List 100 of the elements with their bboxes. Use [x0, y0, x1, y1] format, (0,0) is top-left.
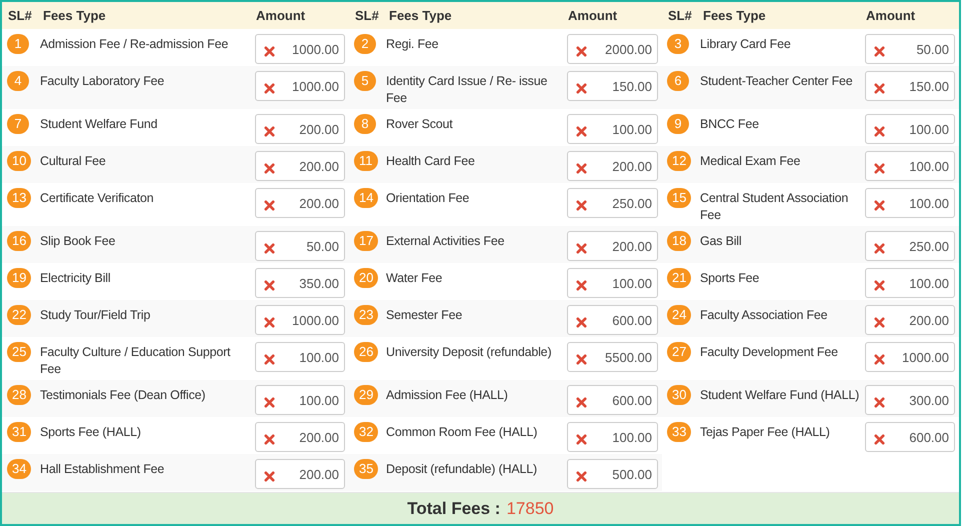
amount-field[interactable]: 100.00 [255, 342, 345, 372]
serial-badge: 1 [7, 34, 29, 54]
fee-type: Study Tour/Field Trip [39, 307, 152, 324]
cross-icon[interactable] [264, 434, 275, 444]
amount-field[interactable]: 200.00 [567, 151, 658, 181]
cross-icon[interactable] [576, 434, 587, 444]
amount-field[interactable]: 200.00 [255, 459, 345, 489]
amount-field[interactable]: 100.00 [567, 114, 658, 144]
serial-badge: 8 [354, 114, 376, 134]
fee-type: BNCC Fee [699, 116, 760, 133]
amount-field[interactable]: 100.00 [567, 422, 658, 452]
fee-type: Deposit (refundable) (HALL) [385, 461, 538, 478]
cross-icon[interactable] [874, 280, 885, 290]
amount-field[interactable]: 250.00 [865, 231, 955, 261]
cross-icon[interactable] [264, 162, 275, 174]
amount-field[interactable]: 1000.00 [255, 71, 345, 101]
amount-field[interactable]: 1000.00 [865, 342, 955, 372]
cross-icon[interactable] [576, 354, 587, 364]
amount-field[interactable]: 250.00 [567, 188, 658, 218]
amount-field[interactable]: 600.00 [567, 385, 658, 415]
column-header: Fees Type [388, 8, 453, 23]
serial-badge: 28 [7, 385, 32, 405]
serial-badge: 31 [7, 422, 32, 442]
amount-field[interactable]: 500.00 [567, 459, 658, 489]
cross-icon[interactable] [576, 396, 587, 408]
cross-icon[interactable] [874, 126, 885, 136]
cross-icon[interactable] [264, 200, 275, 210]
cross-icon[interactable] [576, 126, 587, 136]
serial-badge: 25 [7, 342, 32, 362]
amount-field[interactable]: 2000.00 [567, 34, 658, 64]
cross-icon[interactable] [264, 242, 275, 254]
cross-icon[interactable] [576, 316, 587, 328]
fee-type: Semester Fee [385, 307, 464, 324]
amount-field[interactable]: 200.00 [567, 231, 658, 261]
cross-icon[interactable] [576, 200, 587, 210]
serial-badge: 4 [7, 71, 29, 91]
fee-type: Library Card Fee [699, 36, 792, 53]
amount-field[interactable]: 100.00 [865, 268, 955, 298]
fee-type: Certificate Verificaton [39, 190, 155, 207]
column-header: SL# [7, 8, 33, 23]
cross-icon[interactable] [264, 46, 275, 56]
cross-icon[interactable] [264, 470, 275, 482]
amount-field[interactable]: 600.00 [567, 305, 658, 335]
amount-field[interactable]: 50.00 [865, 34, 955, 64]
cross-icon[interactable] [264, 354, 275, 364]
cross-icon[interactable] [264, 82, 275, 94]
serial-badge: 15 [667, 188, 692, 208]
cross-icon[interactable] [576, 242, 587, 254]
serial-badge: 35 [354, 459, 378, 479]
cross-icon[interactable] [874, 354, 885, 364]
cross-icon[interactable] [874, 434, 885, 444]
amount-field[interactable]: 200.00 [255, 188, 345, 218]
serial-badge: 10 [7, 151, 32, 171]
cross-icon[interactable] [264, 126, 275, 136]
serial-badge: 20 [354, 268, 378, 288]
amount-field[interactable]: 1000.00 [255, 305, 345, 335]
cross-icon[interactable] [874, 200, 885, 210]
cross-icon[interactable] [576, 280, 587, 290]
column-header: Amount [567, 8, 618, 23]
amount-field[interactable]: 150.00 [567, 71, 658, 101]
cross-icon[interactable] [874, 46, 885, 56]
cross-icon[interactable] [576, 82, 587, 94]
amount-field[interactable]: 200.00 [255, 151, 345, 181]
amount-field[interactable]: 300.00 [865, 385, 955, 415]
amount-field[interactable]: 1000.00 [255, 34, 345, 64]
cross-icon[interactable] [264, 316, 275, 328]
amount-field[interactable]: 600.00 [865, 422, 955, 452]
amount-field[interactable]: 100.00 [567, 268, 658, 298]
cross-icon[interactable] [264, 396, 275, 408]
amount-field[interactable]: 200.00 [255, 114, 345, 144]
fee-type: Electricity Bill [39, 270, 112, 287]
amount-field[interactable]: 200.00 [255, 422, 345, 452]
fee-type: Central Student Association Fee [699, 190, 850, 224]
cross-icon[interactable] [264, 280, 275, 290]
serial-badge: 16 [7, 231, 32, 251]
serial-badge: 23 [354, 305, 378, 325]
amount-field[interactable]: 350.00 [255, 268, 345, 298]
fee-type: Health Card Fee [385, 153, 476, 170]
cross-icon[interactable] [874, 396, 885, 408]
cross-icon[interactable] [576, 470, 587, 482]
cross-icon[interactable] [874, 242, 885, 254]
amount-field[interactable]: 100.00 [865, 151, 955, 181]
amount-field[interactable]: 100.00 [865, 114, 955, 144]
amount-field[interactable]: 100.00 [255, 385, 345, 415]
amount-field[interactable]: 150.00 [865, 71, 955, 101]
amount-field[interactable]: 50.00 [255, 231, 345, 261]
cross-icon[interactable] [576, 46, 587, 56]
amount-field[interactable]: 200.00 [865, 305, 955, 335]
cross-icon[interactable] [874, 162, 885, 174]
cross-icon[interactable] [576, 162, 587, 174]
amount-field[interactable]: 100.00 [865, 188, 955, 218]
fee-type: Hall Establishment Fee [39, 461, 166, 478]
serial-badge: 2 [354, 34, 376, 54]
cross-icon[interactable] [874, 82, 885, 94]
cross-icon[interactable] [874, 316, 885, 328]
amount-field[interactable]: 5500.00 [567, 342, 658, 372]
serial-badge: 21 [667, 268, 692, 288]
serial-badge: 22 [7, 305, 32, 325]
fee-type: Admission Fee (HALL) [385, 387, 509, 404]
column-header: SL# [354, 8, 380, 23]
